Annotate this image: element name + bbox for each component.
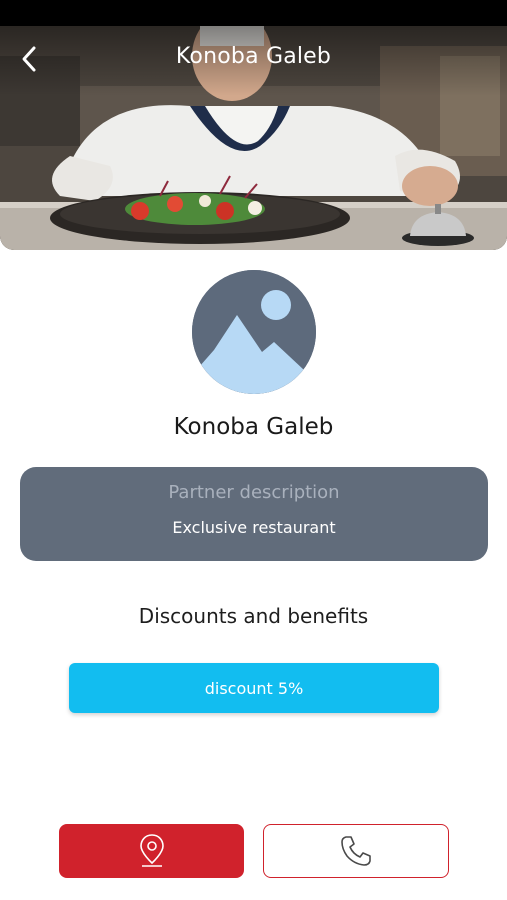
- image-placeholder-icon: [192, 270, 316, 394]
- description-title: Partner description: [168, 482, 340, 503]
- benefits-title: Discounts and benefits: [138, 604, 369, 628]
- partner-description-card: Partner description Exclusive restaurant: [20, 467, 488, 561]
- phone-icon: [341, 836, 371, 866]
- partner-logo: [192, 270, 316, 394]
- description-text: Exclusive restaurant: [172, 518, 336, 537]
- partner-name: Konoba Galeb: [173, 414, 334, 440]
- status-bar: [0, 0, 507, 26]
- page-title: Konoba Galeb: [175, 44, 332, 69]
- discount-item[interactable]: discount 5%: [69, 663, 439, 713]
- location-button[interactable]: [59, 824, 244, 878]
- map-pin-icon: [139, 834, 164, 867]
- phone-button[interactable]: [263, 824, 449, 878]
